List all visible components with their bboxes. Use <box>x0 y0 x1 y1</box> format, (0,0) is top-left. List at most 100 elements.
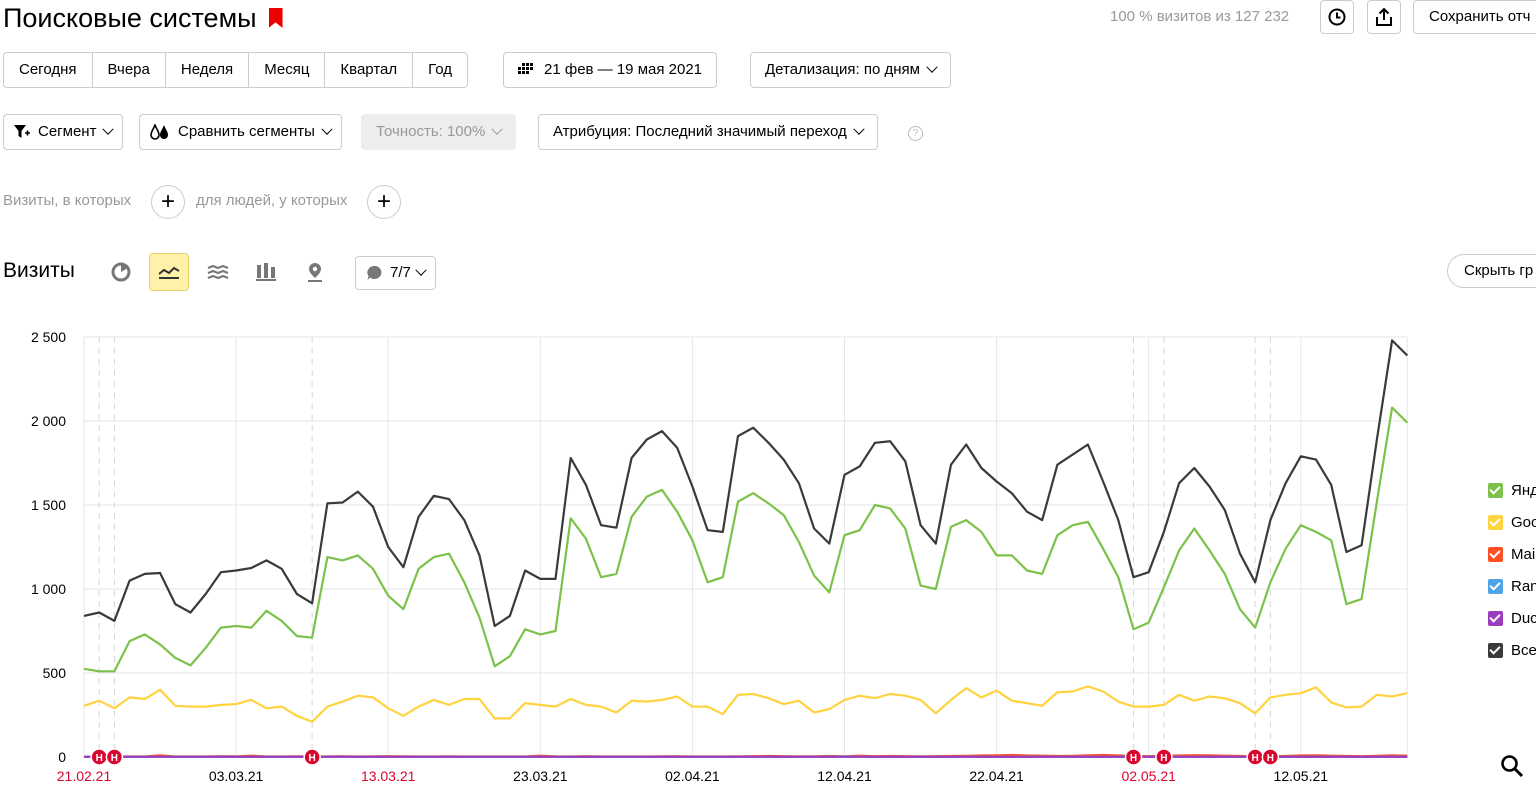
x-tick-label: 12.05.21 <box>1274 768 1329 784</box>
visits-filter-label: Визиты, в которых <box>3 192 132 209</box>
accuracy-dropdown[interactable]: Точность: 100% <box>361 114 517 150</box>
legend-item-rambler[interactable]: Ran <box>1488 570 1536 602</box>
chevron-down-icon <box>491 123 504 135</box>
legend-item-duckduckgo[interactable]: Duc <box>1488 602 1536 634</box>
area-chart-icon <box>207 264 229 280</box>
holiday-marker-label: Н <box>1252 753 1259 764</box>
attribution-label: Атрибуция: Последний значимый переход <box>553 123 847 140</box>
attribution-dropdown[interactable]: Атрибуция: Последний значимый переход <box>538 114 878 150</box>
date-range-label: 21 фев — 19 мая 2021 <box>544 61 703 78</box>
share-button[interactable] <box>1367 0 1401 34</box>
visits-summary: 100 % визитов из 127 232 <box>1110 8 1290 25</box>
compare-icon <box>150 124 168 140</box>
legend-item-yandex[interactable]: Янд <box>1488 474 1536 506</box>
checkbox-icon[interactable] <box>1488 642 1503 658</box>
period-week[interactable]: Неделя <box>166 53 250 87</box>
clock-icon <box>1328 8 1346 26</box>
date-range-button[interactable]: 21 фев — 19 мая 2021 <box>503 52 718 88</box>
series-line <box>83 685 1408 723</box>
y-tick-label: 1 500 <box>31 497 66 513</box>
holiday-marker[interactable]: Н <box>105 748 124 766</box>
filter-icon <box>14 125 30 138</box>
pie-chart-button[interactable] <box>101 253 141 291</box>
holiday-marker[interactable]: Н <box>1261 748 1280 766</box>
people-filter-label: для людей, у которых <box>196 192 348 209</box>
x-tick-label: 12.04.21 <box>817 768 872 784</box>
holiday-marker-label: Н <box>1130 753 1137 764</box>
history-button[interactable] <box>1320 0 1354 34</box>
zoom-button[interactable] <box>1500 754 1524 783</box>
legend-item-google[interactable]: Goo <box>1488 506 1536 538</box>
period-yesterday[interactable]: Вчера <box>93 53 166 87</box>
segment-label: Сегмент <box>38 123 97 140</box>
visits-chart[interactable]: 2 500 2 000 1 500 1 000 500 0 21.02.21 03.03.21… <box>0 320 1420 789</box>
section-title: Визиты <box>3 259 75 282</box>
chevron-down-icon <box>853 123 865 135</box>
series-line <box>83 339 1409 628</box>
checkbox-icon[interactable] <box>1488 610 1503 626</box>
plus-icon: + <box>376 188 391 215</box>
add-people-condition-button[interactable]: + <box>367 185 401 219</box>
calendar-icon <box>518 63 533 74</box>
bookmark-icon[interactable] <box>268 8 283 28</box>
period-month[interactable]: Месяц <box>249 53 326 87</box>
period-today[interactable]: Сегодня <box>4 53 93 87</box>
legend-label: Ran <box>1511 577 1536 595</box>
checkbox-icon[interactable] <box>1488 578 1503 594</box>
share-icon <box>1376 7 1392 26</box>
bar-chart-button[interactable] <box>246 253 286 291</box>
checkbox-icon[interactable] <box>1488 514 1503 530</box>
x-tick-label: 21.02.21 <box>57 768 112 784</box>
holiday-marker-label: Н <box>1160 753 1167 764</box>
legend-item-mail[interactable]: Mai <box>1488 538 1536 570</box>
chevron-down-icon <box>926 61 938 73</box>
help-icon[interactable]: ? <box>908 126 923 141</box>
map-icon <box>308 263 322 282</box>
chart-legend: Янд Goo Mai Ran Duc Все <box>1488 474 1536 666</box>
notes-dropdown[interactable]: 7/7 <box>355 256 436 290</box>
y-tick-label: 2 500 <box>31 329 66 345</box>
compare-segments-button[interactable]: Сравнить сегменты <box>139 114 342 150</box>
holiday-marker[interactable]: Н <box>303 748 321 766</box>
x-tick-label: 02.04.21 <box>665 768 720 784</box>
add-visit-condition-button[interactable]: + <box>151 185 185 219</box>
holiday-marker[interactable]: Н <box>1246 748 1264 766</box>
line-chart-button[interactable] <box>149 253 189 291</box>
map-button[interactable] <box>295 253 335 291</box>
chevron-down-icon <box>321 123 333 135</box>
holiday-marker-label: Н <box>309 753 316 764</box>
checkbox-icon[interactable] <box>1488 482 1503 498</box>
accuracy-label: Точность: 100% <box>376 123 486 140</box>
chart-lines <box>83 339 1409 758</box>
holiday-marker-label: Н <box>96 753 103 764</box>
segment-button[interactable]: Сегмент <box>3 114 124 150</box>
y-tick-label: 500 <box>43 665 67 681</box>
line-chart-icon <box>158 266 180 279</box>
period-quarter[interactable]: Квартал <box>325 53 414 87</box>
legend-label: Все <box>1511 641 1536 659</box>
detail-dropdown[interactable]: Детализация: по дням <box>750 52 951 88</box>
detail-label: Детализация: по дням <box>765 61 920 78</box>
legend-item-total[interactable]: Все <box>1488 634 1536 666</box>
hide-chart-button[interactable]: Скрыть гр <box>1447 254 1536 288</box>
compare-label: Сравнить сегменты <box>178 123 315 140</box>
legend-label: Duc <box>1511 609 1536 627</box>
legend-label: Goo <box>1511 513 1536 531</box>
holiday-marker[interactable]: Н <box>1155 748 1173 766</box>
x-tick-label: 23.03.21 <box>513 768 568 784</box>
holiday-marker-label: Н <box>111 753 118 764</box>
page-title: Поисковые системы <box>3 3 257 33</box>
checkbox-icon[interactable] <box>1488 546 1503 562</box>
plus-icon: + <box>160 188 175 215</box>
notes-count: 7/7 <box>390 264 411 281</box>
area-chart-button[interactable] <box>198 253 238 291</box>
holiday-marker[interactable]: Н <box>1124 748 1143 766</box>
comment-icon <box>367 265 382 280</box>
period-year[interactable]: Год <box>413 53 467 87</box>
legend-label: Янд <box>1511 481 1536 499</box>
pie-chart-icon <box>111 262 131 282</box>
x-tick-label: 13.03.21 <box>361 768 416 784</box>
holiday-marker[interactable]: Н <box>90 748 108 766</box>
legend-label: Mai <box>1511 545 1536 563</box>
save-report-button[interactable]: Сохранить отч <box>1413 0 1536 34</box>
